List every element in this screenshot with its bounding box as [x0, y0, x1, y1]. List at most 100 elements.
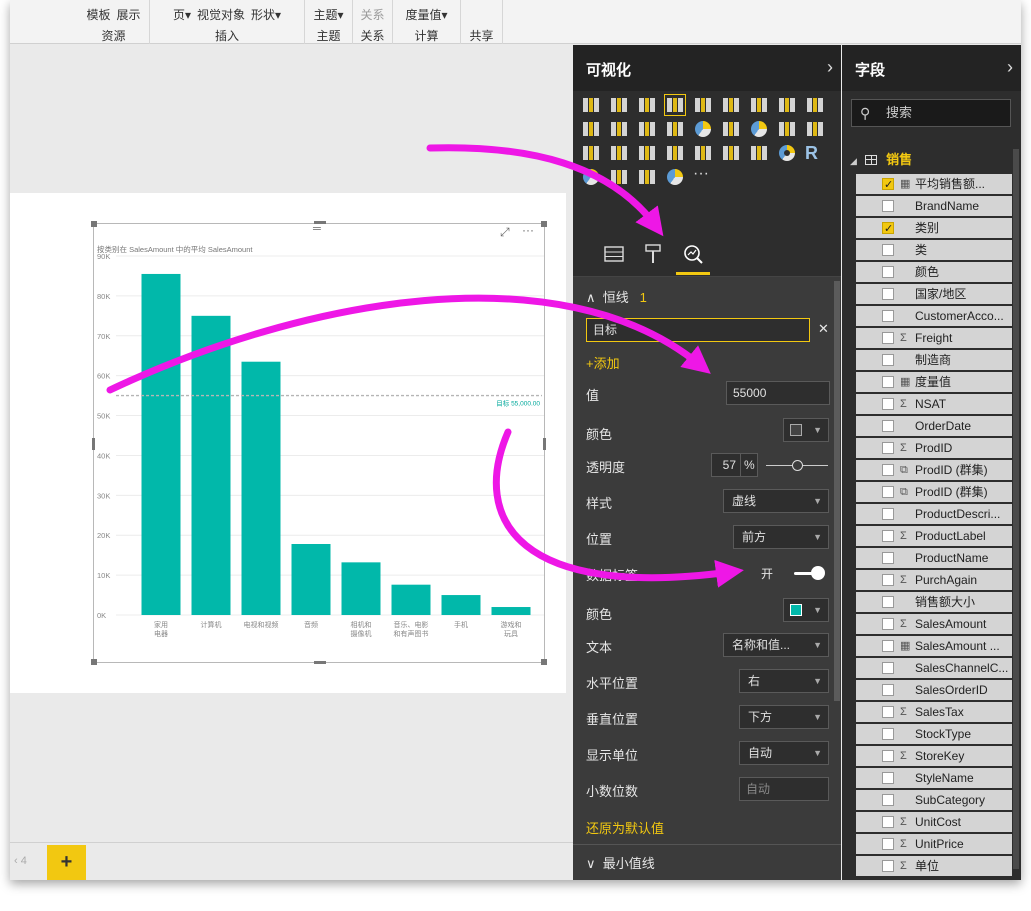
line-name-input[interactable]: 目标 [586, 318, 810, 342]
field-item[interactable]: ▦ 平均销售额... [856, 174, 1012, 194]
field-item[interactable]: ▦ SalesAmount ... [856, 636, 1012, 656]
transparency-input[interactable]: 57 [711, 453, 741, 477]
card-icon[interactable] [693, 143, 713, 163]
add-page-button[interactable]: + [47, 845, 86, 880]
field-checkbox[interactable] [882, 618, 894, 630]
fields-search-input[interactable]: 搜索 [851, 99, 1011, 127]
field-checkbox[interactable] [882, 706, 894, 718]
stacked-column-icon[interactable] [609, 95, 629, 115]
field-item[interactable]: Σ PurchAgain [856, 570, 1012, 590]
field-checkbox[interactable] [882, 420, 894, 432]
field-checkbox[interactable] [882, 662, 894, 674]
ribbon-present-button[interactable]: 展示 [117, 6, 141, 23]
add-line-link[interactable]: +添加 [586, 353, 620, 372]
field-item[interactable]: StockType [856, 724, 1012, 744]
field-item[interactable]: SalesOrderID [856, 680, 1012, 700]
slider-thumb[interactable] [792, 460, 803, 471]
field-checkbox[interactable] [882, 266, 894, 278]
ribbon-shapes-button[interactable]: 形状▾ [251, 6, 281, 23]
field-checkbox[interactable] [882, 244, 894, 256]
focus-mode-icon[interactable]: ⤢ [500, 225, 510, 240]
ribbon-relationships-button[interactable]: 关系 [360, 6, 384, 23]
text-dropdown[interactable]: 名称和值... ▼ [723, 633, 829, 657]
slicer-icon[interactable] [749, 143, 769, 163]
field-checkbox[interactable] [882, 288, 894, 300]
style-dropdown[interactable]: 虚线 ▼ [723, 489, 829, 513]
reset-to-default-link[interactable]: 还原为默认值 [586, 818, 664, 837]
more-visuals-icon[interactable]: ··· [693, 166, 713, 187]
resize-handle[interactable] [314, 661, 326, 664]
pie-chart-icon[interactable] [693, 119, 713, 139]
min-line-section-header[interactable]: ∨ 最小值线 [586, 853, 655, 872]
field-item[interactable]: ▦ 度量值 [856, 372, 1012, 392]
field-item[interactable]: 制造商 [856, 350, 1012, 370]
map-icon[interactable] [749, 119, 769, 139]
matrix-grid-icon[interactable] [637, 167, 657, 187]
field-checkbox[interactable] [882, 816, 894, 828]
kpi-icon[interactable] [721, 143, 741, 163]
field-checkbox[interactable] [882, 376, 894, 388]
format-tab[interactable] [636, 243, 670, 275]
field-item[interactable]: SubCategory [856, 790, 1012, 810]
label-color-picker[interactable]: ▼ [783, 598, 829, 622]
chart-bar[interactable] [491, 607, 531, 615]
clustered-column-icon[interactable] [664, 94, 686, 116]
collapse-chevron-icon[interactable]: › [1007, 57, 1013, 78]
field-checkbox[interactable] [882, 332, 894, 344]
fields-scrollbar[interactable] [1013, 149, 1019, 869]
chart-bar[interactable] [241, 361, 281, 615]
report-page[interactable]: ═ ⤢ ··· 按类别在 SalesAmount 中的平均 SalesAmoun… [10, 193, 566, 693]
field-checkbox[interactable] [882, 200, 894, 212]
analytics-scrollbar[interactable] [834, 281, 840, 701]
field-item[interactable]: BrandName [856, 196, 1012, 216]
field-item[interactable]: Σ UnitCost [856, 812, 1012, 832]
chart-bar[interactable] [291, 543, 331, 615]
field-checkbox[interactable] [882, 310, 894, 322]
field-checkbox[interactable] [882, 750, 894, 762]
field-item[interactable]: 颜色 [856, 262, 1012, 282]
collapse-chevron-icon[interactable]: › [827, 57, 833, 78]
field-item[interactable]: Σ UnitPrice [856, 834, 1012, 854]
stacked-area-icon[interactable] [805, 95, 825, 115]
remove-line-icon[interactable]: ✕ [818, 321, 829, 337]
more-options-icon[interactable]: ··· [522, 223, 534, 237]
field-checkbox[interactable] [882, 530, 894, 542]
globe-icon[interactable] [581, 167, 601, 187]
field-checkbox[interactable] [882, 794, 894, 806]
line-chart-icon[interactable] [749, 95, 769, 115]
ribbon-measure-button[interactable]: 度量值▾ [405, 6, 447, 23]
table-grid-icon[interactable] [609, 167, 629, 187]
chart-bar[interactable] [441, 595, 481, 615]
field-checkbox[interactable] [882, 728, 894, 740]
decimal-places-input[interactable]: 自动 [739, 777, 829, 801]
100-bar-icon[interactable] [693, 95, 713, 115]
field-checkbox[interactable] [882, 486, 894, 498]
column-chart-visual[interactable]: ═ ⤢ ··· 按类别在 SalesAmount 中的平均 SalesAmoun… [91, 221, 547, 665]
field-checkbox[interactable] [882, 552, 894, 564]
field-item[interactable]: 国家/地区 [856, 284, 1012, 304]
analytics-tab[interactable] [676, 243, 710, 275]
matrix-icon[interactable] [805, 119, 825, 139]
field-checkbox[interactable] [882, 574, 894, 586]
value-input[interactable]: 55000 [726, 381, 830, 405]
ribbon-theme-button[interactable]: 主题▾ [313, 6, 343, 23]
field-item[interactable]: Σ SalesTax [856, 702, 1012, 722]
ribbon-templates-button[interactable]: 模板 [86, 6, 110, 23]
field-item[interactable]: StyleName [856, 768, 1012, 788]
chart-bar[interactable] [341, 562, 381, 615]
stacked-bar-icon[interactable] [581, 95, 601, 115]
horizontal-position-dropdown[interactable]: 右 ▼ [739, 669, 829, 693]
field-item[interactable]: ProductDescri... [856, 504, 1012, 524]
multi-card-icon[interactable] [665, 143, 685, 163]
page-nav[interactable]: ‹ 4 [14, 855, 27, 867]
filled-map-icon[interactable] [581, 143, 601, 163]
fields-tab[interactable] [597, 243, 631, 275]
data-label-toggle[interactable] [792, 566, 826, 580]
field-item[interactable]: Σ ProductLabel [856, 526, 1012, 546]
field-checkbox[interactable] [882, 175, 894, 194]
field-item[interactable]: ⧉ ProdID (群集) [856, 482, 1012, 502]
field-checkbox[interactable] [882, 354, 894, 366]
display-units-dropdown[interactable]: 自动 ▼ [739, 741, 829, 765]
field-checkbox[interactable] [882, 219, 894, 238]
table-icon[interactable] [777, 119, 797, 139]
